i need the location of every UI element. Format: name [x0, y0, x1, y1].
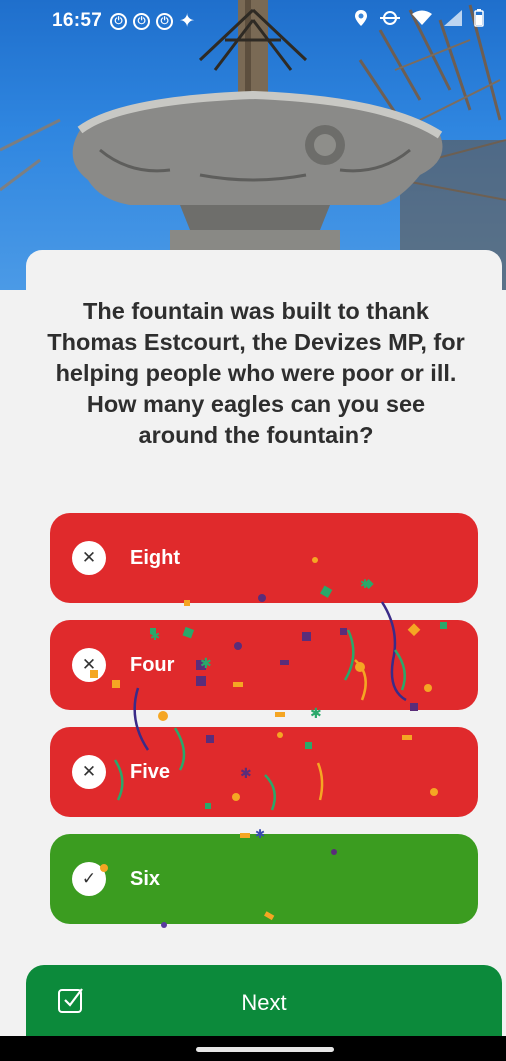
app-notification-icon: ⏻ [110, 12, 128, 30]
answer-option-six[interactable]: ✓ Six [50, 834, 478, 924]
location-icon [354, 9, 368, 33]
answer-option-eight[interactable]: ✕ Eight [50, 513, 478, 603]
status-bar: 16:57 ⏻ ⏻ ⏻ ✦ [0, 0, 506, 42]
app-notification-icon: ⏻ [156, 12, 174, 30]
question-text: The fountain was built to thank Thomas E… [47, 298, 465, 448]
wand-icon: ✦ [179, 10, 196, 32]
checkbox-icon [58, 988, 83, 1013]
check-icon: ✓ [72, 862, 106, 896]
signal-icon [444, 10, 462, 32]
answer-label: Eight [130, 546, 180, 569]
status-time: 16:57 [52, 10, 103, 31]
answer-option-five[interactable]: ✕ Five [50, 727, 478, 817]
wifi-icon [412, 10, 432, 32]
home-indicator[interactable] [196, 1047, 334, 1052]
next-label: Next [241, 989, 287, 1015]
cross-icon: ✕ [72, 541, 106, 575]
cross-icon: ✕ [72, 648, 106, 682]
answer-option-four[interactable]: ✕ Four [50, 620, 478, 710]
system-nav-bar [0, 1036, 506, 1061]
system-icons [354, 9, 484, 33]
notification-icons: ⏻ ⏻ ⏻ ✦ [110, 10, 195, 33]
cross-icon: ✕ [72, 755, 106, 789]
answer-label: Six [130, 867, 161, 890]
next-button[interactable]: Next [26, 965, 502, 1040]
fountain-illustration [0, 0, 506, 290]
fountain-photo [0, 0, 506, 290]
answer-label: Five [130, 760, 171, 783]
app-notification-icon: ⏻ [133, 12, 151, 30]
data-saver-icon [380, 10, 400, 32]
battery-icon [474, 9, 484, 33]
quiz-screen: 16:57 ⏻ ⏻ ⏻ ✦ The fountain was built to … [0, 0, 506, 1061]
answer-label: Four [130, 653, 175, 676]
